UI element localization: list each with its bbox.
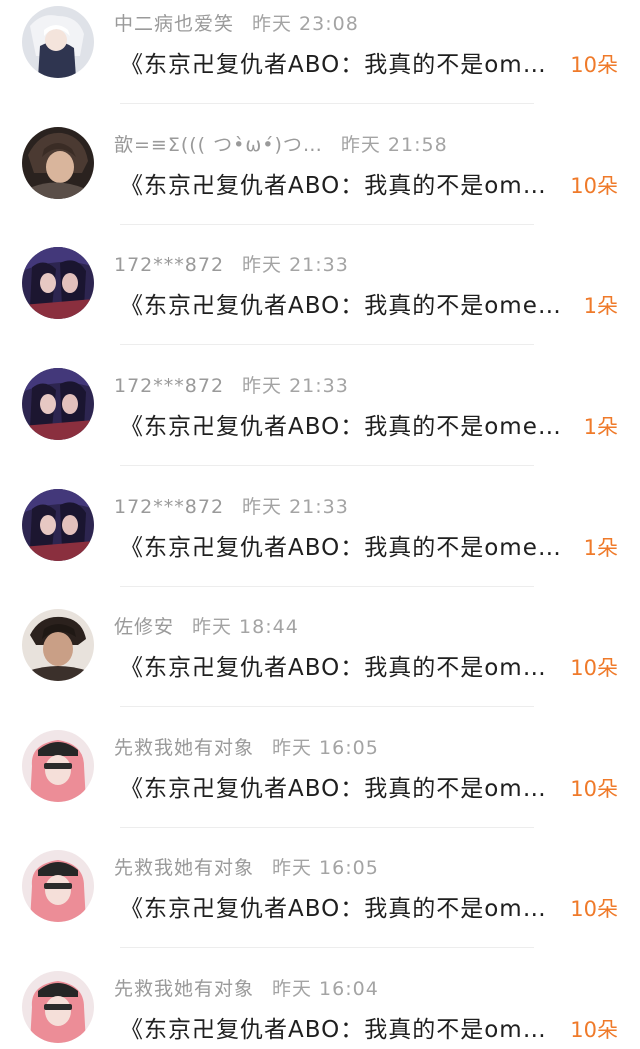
avatar[interactable] [22,247,94,319]
flower-count: 10朵 [570,897,618,921]
message-text: 《东京卍复仇者ABO：我真的不是om… [120,52,547,78]
user-name[interactable]: 先救我她有对象 [114,857,254,879]
timestamp: 昨天 16:05 [272,737,379,759]
message-text: 《东京卍复仇者ABO：我真的不是om… [120,776,547,802]
avatar[interactable] [22,368,94,440]
divider [120,344,534,345]
divider [120,827,534,828]
user-name[interactable]: 佐修安 [114,616,174,638]
message-text: 《东京卍复仇者ABO：我真的不是om… [120,896,547,922]
avatar-pink-hair-icon [22,730,94,802]
avatar-couple-art-icon [22,489,94,561]
avatar[interactable] [22,850,94,922]
flower-count: 1朵 [583,536,618,560]
list-item[interactable]: 172***872 昨天 21:33 《东京卍复仇者ABO：我真的不是ome… 1… [0,243,640,363]
item-meta: 先救我她有对象 昨天 16:04 [114,975,379,1003]
avatar-man-portrait-icon [22,609,94,681]
flower-count: 10朵 [570,656,618,680]
item-meta: 172***872 昨天 21:33 [114,493,349,521]
item-meta: 172***872 昨天 21:33 [114,251,349,279]
avatar[interactable] [22,730,94,802]
message-text: 《东京卍复仇者ABO：我真的不是ome… [120,414,562,440]
user-name[interactable]: 先救我她有对象 [114,737,254,759]
message-text: 《东京卍复仇者ABO：我真的不是ome… [120,535,562,561]
list-item[interactable]: 172***872 昨天 21:33 《东京卍复仇者ABO：我真的不是ome… 1… [0,364,640,484]
flower-count: 1朵 [583,294,618,318]
divider [120,103,534,104]
divider [120,224,534,225]
avatar[interactable] [22,609,94,681]
list-item[interactable]: 先救我她有对象 昨天 16:04 《东京卍复仇者ABO：我真的不是om… 10朵 [0,967,640,1049]
list-item[interactable]: 先救我她有对象 昨天 16:05 《东京卍复仇者ABO：我真的不是om… 10朵 [0,846,640,966]
timestamp: 昨天 16:04 [272,978,379,1000]
avatar-dark-hair-icon [22,127,94,199]
message-text: 《东京卍复仇者ABO：我真的不是om… [120,655,547,681]
flower-count: 10朵 [570,777,618,801]
user-name[interactable]: 先救我她有对象 [114,978,254,1000]
timestamp: 昨天 23:08 [252,13,359,35]
avatar[interactable] [22,6,94,78]
list-item[interactable]: 中二病也爱笑 昨天 23:08 《东京卍复仇者ABO：我真的不是om… 10朵 [0,2,640,122]
avatar-pink-hair-icon [22,850,94,922]
divider [120,586,534,587]
divider [120,947,534,948]
divider [120,706,534,707]
avatar[interactable] [22,971,94,1043]
message-text: 《东京卍复仇者ABO：我真的不是om… [120,173,547,199]
message-text: 《东京卍复仇者ABO：我真的不是om… [120,1017,547,1043]
list-item[interactable]: 佐修安 昨天 18:44 《东京卍复仇者ABO：我真的不是om… 10朵 [0,605,640,725]
list-item[interactable]: 先救我她有对象 昨天 16:05 《东京卍复仇者ABO：我真的不是om… 10朵 [0,726,640,846]
timestamp: 昨天 21:33 [242,496,349,518]
timestamp: 昨天 21:33 [242,375,349,397]
item-meta: 先救我她有对象 昨天 16:05 [114,854,379,882]
item-meta: 先救我她有对象 昨天 16:05 [114,734,379,762]
user-name[interactable]: 172***872 [114,375,224,397]
timestamp: 昨天 21:33 [242,254,349,276]
item-meta: 172***872 昨天 21:33 [114,372,349,400]
gift-record-list: 中二病也爱笑 昨天 23:08 《东京卍复仇者ABO：我真的不是om… 10朵 歆… [0,0,640,1049]
flower-count: 10朵 [570,53,618,77]
item-meta: 中二病也爱笑 昨天 23:08 [114,10,359,38]
item-meta: 歆=≡Σ((( つ•̀ω•́)つ… 昨天 21:58 [114,131,448,159]
avatar-couple-art-icon [22,247,94,319]
avatar-white-hair-icon [22,6,94,78]
flower-count: 1朵 [583,415,618,439]
timestamp: 昨天 21:58 [340,134,448,156]
avatar-pink-hair-icon [22,971,94,1043]
user-name[interactable]: 172***872 [114,496,224,518]
flower-count: 10朵 [570,174,618,198]
user-name[interactable]: 歆=≡Σ((( つ•̀ω•́)つ… [114,134,323,156]
item-meta: 佐修安 昨天 18:44 [114,613,299,641]
timestamp: 昨天 18:44 [192,616,299,638]
avatar[interactable] [22,489,94,561]
user-name[interactable]: 172***872 [114,254,224,276]
list-item[interactable]: 172***872 昨天 21:33 《东京卍复仇者ABO：我真的不是ome… 1… [0,485,640,605]
message-text: 《东京卍复仇者ABO：我真的不是ome… [120,293,562,319]
list-item[interactable]: 歆=≡Σ((( つ•̀ω•́)つ… 昨天 21:58 《东京卍复仇者ABO：我真的… [0,123,640,243]
timestamp: 昨天 16:05 [272,857,379,879]
avatar[interactable] [22,127,94,199]
avatar-couple-art-icon [22,368,94,440]
flower-count: 10朵 [570,1018,618,1042]
divider [120,465,534,466]
user-name[interactable]: 中二病也爱笑 [114,13,234,35]
